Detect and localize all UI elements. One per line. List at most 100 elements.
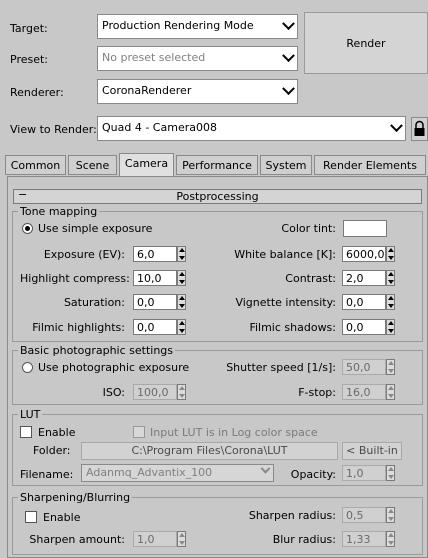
photographic-exposure-radio[interactable] <box>22 362 33 373</box>
color-tint-swatch[interactable] <box>343 220 387 237</box>
preset-value: No preset selected <box>102 51 206 64</box>
tone-mapping-title: Tone mapping <box>18 205 100 218</box>
tab-common[interactable]: Common <box>5 155 66 175</box>
chevron-down-icon <box>260 465 271 474</box>
color-tint-label: Color tint: <box>281 222 336 235</box>
sharpen-radius-input[interactable]: 0,5 <box>342 507 386 523</box>
sharpen-radius-spinner[interactable] <box>386 507 395 523</box>
preset-label: Preset: <box>10 53 49 66</box>
folder-label: Folder: <box>33 444 71 457</box>
white-balance-input[interactable]: 6000,0 <box>342 246 386 262</box>
target-dropdown[interactable]: Production Rendering Mode <box>97 14 298 39</box>
simple-exposure-label: Use simple exposure <box>38 222 153 235</box>
photographic-title: Basic photographic settings <box>18 344 176 357</box>
tab-label: Performance <box>182 159 252 172</box>
iso-label: ISO: <box>102 386 125 399</box>
preset-dropdown[interactable]: No preset selected <box>97 46 298 71</box>
chevron-down-icon <box>390 119 403 133</box>
sharpen-enable-checkbox[interactable] <box>25 511 37 523</box>
tab-label: Render Elements <box>323 159 417 172</box>
renderer-value: CoronaRenderer <box>102 84 192 97</box>
tab-scene[interactable]: Scene <box>68 155 117 175</box>
tab-performance[interactable]: Performance <box>176 155 258 175</box>
render-button-label: Render <box>346 37 386 50</box>
filmic-highlights-spinner[interactable] <box>177 319 186 335</box>
filmic-shadows-spinner[interactable] <box>386 319 395 335</box>
renderer-label: Renderer: <box>10 86 64 99</box>
lut-enable-label: Enable <box>38 426 76 439</box>
shutter-speed-label: Shutter speed [1/s]: <box>226 361 336 374</box>
sharpen-radius-label: Sharpen radius: <box>248 509 336 522</box>
chevron-down-icon <box>282 49 295 63</box>
fstop-input[interactable]: 16,0 <box>342 384 386 400</box>
iso-spinner[interactable] <box>177 384 186 400</box>
target-label: Target: <box>10 22 48 35</box>
builtin-folder-button[interactable]: < Built-in <box>342 442 402 460</box>
filename-label: Filename: <box>20 468 74 481</box>
contrast-spinner[interactable] <box>386 270 395 286</box>
lut-log-label: Input LUT is in Log color space <box>150 426 318 439</box>
rollout-title: Postprocessing <box>176 190 259 203</box>
opacity-spinner[interactable] <box>386 465 395 481</box>
vignette-intensity-label: Vignette intensity: <box>235 296 336 309</box>
lut-log-checkbox[interactable] <box>133 426 145 438</box>
shutter-speed-spinner[interactable] <box>386 359 395 375</box>
chevron-down-icon <box>282 82 295 96</box>
sharpen-amount-input[interactable]: 1,0 <box>133 531 177 547</box>
blur-radius-label: Blur radius: <box>272 533 336 546</box>
highlight-compress-label: Highlight compress: <box>20 272 130 285</box>
exposure-spinner[interactable] <box>177 246 186 262</box>
tab-system[interactable]: System <box>260 155 312 175</box>
postprocessing-rollout-header[interactable]: − Postprocessing <box>13 188 422 204</box>
lut-enable-checkbox[interactable] <box>20 426 32 438</box>
chevron-down-icon <box>282 17 295 31</box>
white-balance-spinner[interactable] <box>386 246 395 262</box>
filmic-shadows-input[interactable]: 0,0 <box>342 319 386 335</box>
filmic-highlights-input[interactable]: 0,0 <box>133 319 177 335</box>
opacity-input[interactable]: 1,0 <box>342 465 386 481</box>
render-button[interactable]: Render <box>304 12 428 74</box>
iso-input[interactable]: 100,0 <box>133 384 177 400</box>
view-to-render-value: Quad 4 - Camera008 <box>102 121 217 134</box>
view-to-render-dropdown[interactable]: Quad 4 - Camera008 <box>97 116 406 141</box>
fstop-label: F-stop: <box>298 386 336 399</box>
opacity-label: Opacity: <box>290 468 336 481</box>
saturation-label: Saturation: <box>63 296 125 309</box>
highlight-compress-spinner[interactable] <box>177 270 186 286</box>
saturation-input[interactable]: 0,0 <box>133 294 177 310</box>
filename-dropdown[interactable]: Adanmq_Advantix_100 <box>81 464 274 482</box>
sharpening-title: Sharpening/Blurring <box>18 491 133 504</box>
lock-view-button[interactable] <box>411 117 428 141</box>
view-to-render-label: View to Render: <box>10 123 97 136</box>
tab-label: System <box>265 159 307 172</box>
renderer-dropdown[interactable]: CoronaRenderer <box>97 79 298 104</box>
target-value: Production Rendering Mode <box>102 19 254 32</box>
tab-label: Scene <box>75 159 110 172</box>
simple-exposure-radio[interactable] <box>22 223 33 234</box>
contrast-label: Contrast: <box>285 272 336 285</box>
sharpen-amount-label: Sharpen amount: <box>29 533 125 546</box>
lut-title: LUT <box>18 408 43 421</box>
filename-value: Adanmq_Advantix_100 <box>86 466 213 479</box>
fstop-spinner[interactable] <box>386 384 395 400</box>
exposure-input[interactable]: 6,0 <box>133 246 177 262</box>
tab-camera[interactable]: Camera <box>119 153 174 176</box>
white-balance-label: White balance [K]: <box>234 248 336 261</box>
sharpen-enable-label: Enable <box>43 511 81 524</box>
blur-radius-spinner[interactable] <box>386 531 395 547</box>
folder-path-button[interactable]: C:\Program Files\Corona\LUT <box>81 442 338 460</box>
filmic-shadows-label: Filmic shadows: <box>249 321 336 334</box>
filmic-highlights-label: Filmic highlights: <box>32 321 125 334</box>
shutter-speed-input[interactable]: 50,0 <box>342 359 386 375</box>
vignette-intensity-spinner[interactable] <box>386 294 395 310</box>
highlight-compress-input[interactable]: 10,0 <box>133 270 177 286</box>
tab-label: Common <box>10 159 61 172</box>
vignette-intensity-input[interactable]: 0,0 <box>342 294 386 310</box>
sharpen-amount-spinner[interactable] <box>177 531 186 547</box>
lock-icon <box>414 120 425 136</box>
blur-radius-input[interactable]: 1,33 <box>342 531 386 547</box>
contrast-input[interactable]: 2,0 <box>342 270 386 286</box>
tab-render-elements[interactable]: Render Elements <box>314 155 426 175</box>
exposure-label: Exposure (EV): <box>43 248 125 261</box>
saturation-spinner[interactable] <box>177 294 186 310</box>
